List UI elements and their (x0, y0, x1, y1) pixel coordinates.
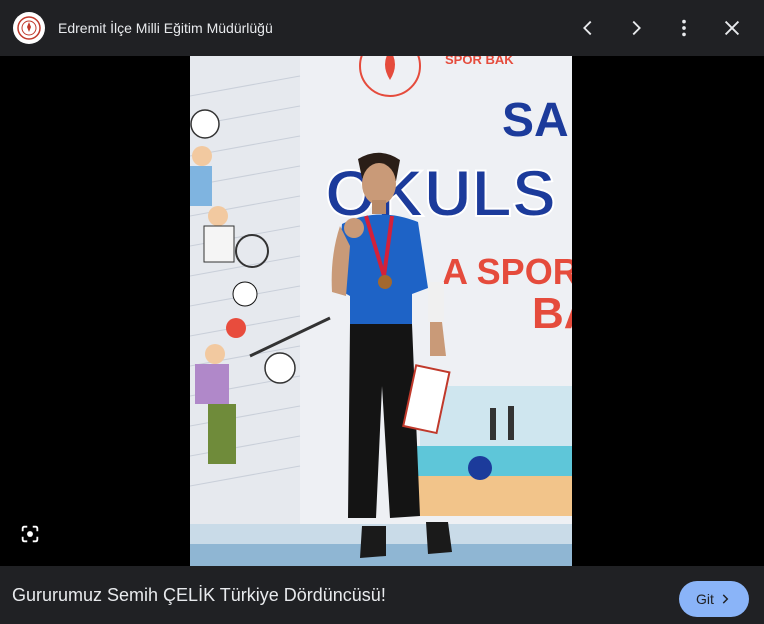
lens-search-button[interactable] (14, 518, 46, 550)
image-viewer: SPOR BAK SA OKULS A SPORL BA (0, 56, 764, 566)
banner-top-text: SPOR BAK (445, 56, 514, 67)
next-button[interactable] (616, 8, 656, 48)
photo[interactable]: SPOR BAK SA OKULS A SPORL BA (190, 56, 572, 566)
banner-sa-text: SA (502, 94, 569, 147)
banner-sporl-text: A SPORL (442, 251, 572, 292)
lens-icon (21, 525, 39, 543)
banner-ba-text: BA (532, 289, 572, 338)
image-caption: Gururumuz Semih ÇELİK Türkiye Dördüncüsü… (12, 584, 386, 605)
chevron-left-icon (583, 20, 592, 36)
go-button-label: Git (696, 591, 714, 607)
chevron-right-icon (632, 20, 641, 36)
caption-bar: Gururumuz Semih ÇELİK Türkiye Dördüncüsü… (0, 566, 764, 624)
header-actions (560, 8, 752, 48)
previous-button[interactable] (568, 8, 608, 48)
more-options-button[interactable] (664, 8, 704, 48)
viewer-header: Edremit İlçe Milli Eğitim Müdürlüğü (0, 0, 764, 56)
go-button[interactable]: Git (679, 581, 749, 617)
close-icon (724, 20, 740, 36)
chevron-right-icon (722, 594, 729, 604)
site-name: Edremit İlçe Milli Eğitim Müdürlüğü (58, 20, 273, 36)
athlete-photo: SPOR BAK SA OKULS A SPORL BA (190, 56, 572, 566)
ministry-emblem-icon (17, 16, 41, 40)
more-vert-icon (682, 19, 686, 37)
close-button[interactable] (712, 8, 752, 48)
site-logo[interactable] (13, 12, 45, 44)
